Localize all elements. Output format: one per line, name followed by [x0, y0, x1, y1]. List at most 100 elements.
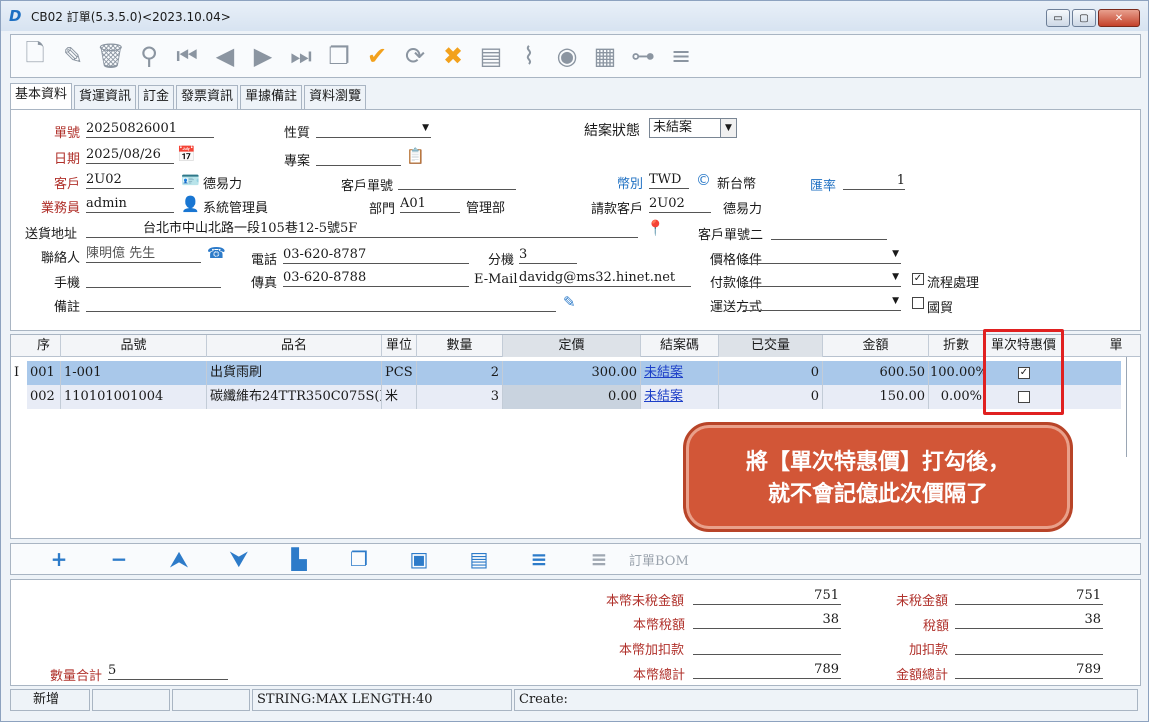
cell-delivered[interactable]: 0	[719, 385, 823, 409]
header-part-no[interactable]: 品號	[61, 335, 207, 357]
email-field[interactable]: davidg@ms32.hinet.net	[519, 270, 691, 287]
book-icon[interactable]: ▤	[475, 40, 507, 72]
add-row-icon[interactable]: +	[29, 547, 89, 571]
header-seq[interactable]: 序	[27, 335, 61, 357]
order-bom-button[interactable]: 訂單BOM	[629, 550, 689, 569]
refresh-icon[interactable]: ⟳	[399, 40, 431, 72]
fax-field[interactable]: 03-620-8788	[283, 270, 469, 287]
confirm-icon[interactable]: ✔	[361, 40, 393, 72]
cell-qty[interactable]: 2	[417, 361, 503, 385]
next-record-icon[interactable]: ▶	[247, 40, 279, 72]
attach-icon[interactable]: ⌇	[513, 40, 545, 72]
flow-checkbox[interactable]: ✓	[912, 273, 924, 285]
header-close-code[interactable]: 結案碼	[641, 335, 719, 357]
cell-qty[interactable]: 3	[417, 385, 503, 409]
pay-cond-select[interactable]: ▼	[743, 270, 901, 287]
header-list-price[interactable]: 定價	[503, 335, 641, 357]
currency-field[interactable]: TWD	[649, 172, 689, 189]
grid-scrollbar[interactable]	[1126, 357, 1132, 457]
cell-close-code[interactable]: 未結案	[641, 385, 719, 409]
cell-part-name[interactable]: 碳纖維布24TTR350C075S(東	[207, 385, 382, 409]
price-cond-select[interactable]: ▼	[743, 247, 901, 264]
cell-amount[interactable]: 600.50	[823, 361, 929, 385]
cell-list-price[interactable]: 300.00	[503, 361, 641, 385]
add-doc-icon[interactable]: 🗋	[19, 39, 51, 72]
location-pin-icon[interactable]: 📍	[646, 220, 665, 236]
header-delivered[interactable]: 已交量	[719, 335, 823, 357]
note-field[interactable]	[86, 295, 556, 312]
list-icon[interactable]: ≡	[509, 547, 569, 571]
edit-icon[interactable]: ✎	[57, 40, 89, 72]
ext-field[interactable]: 3	[519, 247, 577, 264]
date-field[interactable]: 2025/08/26	[86, 147, 174, 164]
customer-order2-field[interactable]	[771, 223, 887, 240]
cell-unit[interactable]: PCS	[382, 361, 417, 385]
contact-field[interactable]: 陳明億 先生	[86, 246, 201, 263]
cell-part-no[interactable]: 110101001004	[61, 385, 207, 409]
cell-part-no[interactable]: 1-001	[61, 361, 207, 385]
save-icon[interactable]: ▣	[389, 547, 449, 571]
header-part-name[interactable]: 品名	[207, 335, 382, 357]
phone-field[interactable]: 03-620-8787	[283, 247, 469, 264]
group-icon[interactable]: ▙	[269, 547, 329, 571]
project-field[interactable]	[316, 149, 401, 166]
dept-field[interactable]: A01	[400, 196, 460, 213]
cell-close-code[interactable]: 未結案	[641, 361, 719, 385]
clipboard-icon[interactable]: 📋	[406, 148, 425, 164]
move-up-icon[interactable]: ⮝	[149, 547, 209, 571]
excel-icon[interactable]: ▦	[589, 40, 621, 72]
cell-seq[interactable]: 002	[27, 385, 61, 409]
rate-field[interactable]: 1	[843, 173, 905, 190]
tab-browse[interactable]: 資料瀏覽	[304, 85, 367, 109]
menu-icon[interactable]: ≡	[665, 40, 697, 72]
intl-checkbox[interactable]	[912, 297, 924, 309]
table-row[interactable]: 002 110101001004 碳纖維布24TTR350C075S(東 米 3…	[11, 385, 1121, 409]
document-icon[interactable]: ▤	[449, 547, 509, 571]
cell-delivered[interactable]: 0	[719, 361, 823, 385]
cell-part-name[interactable]: 出貨雨刷	[207, 361, 382, 385]
tab-basic[interactable]: 基本資料	[10, 83, 73, 109]
nature-select[interactable]: ▼	[316, 121, 431, 138]
cell-list-price[interactable]: 0.00	[503, 385, 641, 409]
header-qty[interactable]: 數量	[417, 335, 503, 357]
minimize-button[interactable]: ▭	[1046, 9, 1070, 27]
customer-field[interactable]: 2U02	[86, 172, 174, 189]
order-no-field[interactable]: 20250826001	[86, 121, 214, 138]
tab-notes[interactable]: 單據備註	[240, 85, 303, 109]
header-unit[interactable]: 單位	[382, 335, 417, 357]
table-row[interactable]: I 001 1-001 出貨雨刷 PCS 2 300.00 未結案 0 600.…	[11, 361, 1121, 385]
cell-discount[interactable]: 0.00%	[929, 385, 984, 409]
search-icon[interactable]: ⚲	[133, 40, 165, 72]
remove-row-icon[interactable]: −	[89, 547, 149, 571]
calendar-icon[interactable]: 📅	[177, 146, 196, 162]
ship-select[interactable]: ▼	[743, 294, 901, 311]
currency-icon[interactable]: ©	[696, 172, 711, 188]
cell-amount[interactable]: 150.00	[823, 385, 929, 409]
copy-row-icon[interactable]: ❐	[329, 547, 389, 571]
cell-seq[interactable]: 001	[27, 361, 61, 385]
tab-shipping[interactable]: 貨運資訊	[74, 85, 137, 109]
cancel-icon[interactable]: ✖	[437, 40, 469, 72]
mobile-field[interactable]	[86, 271, 221, 288]
copy-doc-icon[interactable]: ❐	[323, 40, 355, 72]
contact-icon[interactable]: ☎	[207, 245, 226, 261]
last-record-icon[interactable]: ⏭	[285, 40, 317, 72]
cell-discount[interactable]: 100.00%	[929, 361, 984, 385]
edit-note-icon[interactable]: ✎	[563, 294, 576, 310]
tree-icon[interactable]: ⊶	[627, 40, 659, 72]
first-record-icon[interactable]: ⏮	[171, 40, 203, 72]
close-button[interactable]: ✕	[1098, 9, 1140, 27]
prev-record-icon[interactable]: ◀	[209, 40, 241, 72]
view-icon[interactable]: ◉	[551, 40, 583, 72]
cell-unit[interactable]: 米	[382, 385, 417, 409]
header-discount[interactable]: 折數	[929, 335, 984, 357]
close-status-select[interactable]: 未結案 ▼	[649, 118, 737, 138]
customer-order-field[interactable]	[398, 173, 516, 190]
address-field[interactable]: 台北市中山北路一段105巷12-5號5F	[86, 221, 638, 238]
move-down-icon[interactable]: ⮟	[209, 547, 269, 571]
header-amount[interactable]: 金額	[823, 335, 929, 357]
header-more[interactable]: 單	[1109, 335, 1123, 357]
delete-icon[interactable]: 🗑	[95, 40, 127, 72]
id-card-icon[interactable]: 🪪	[181, 172, 200, 188]
maximize-button[interactable]: ▢	[1072, 9, 1096, 27]
